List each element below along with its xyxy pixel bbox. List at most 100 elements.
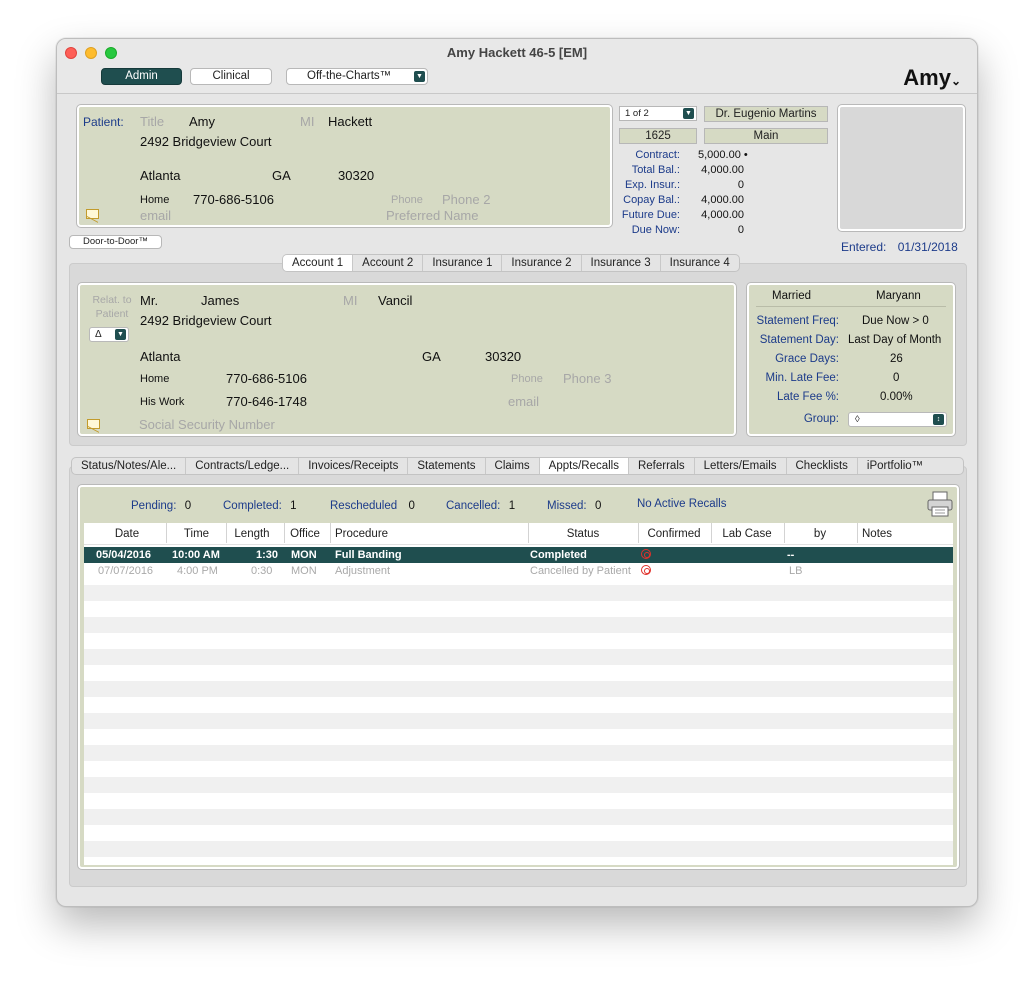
clinical-button[interactable]: Clinical	[190, 68, 272, 85]
financial-total-value: 4,000.00	[701, 164, 744, 176]
recalls-status[interactable]: No Active Recalls	[637, 498, 726, 510]
responsible-state-field[interactable]: GA	[422, 349, 441, 364]
tab-insurance-4[interactable]: Insurance 4	[661, 255, 739, 271]
financial-copay-label: Copay Bal.:	[623, 194, 680, 206]
table-row[interactable]: 07/07/2016 4:00 PM 0:30 MON Adjustment C…	[84, 563, 953, 579]
column-by[interactable]: by	[784, 528, 856, 540]
responsible-phone1-field[interactable]: 770-686-5106	[226, 371, 307, 386]
column-office[interactable]: Office	[284, 528, 326, 540]
responsible-phone3-type[interactable]: Phone	[511, 373, 543, 385]
patient-title-field[interactable]: Title	[140, 114, 164, 129]
patient-zip-field[interactable]: 30320	[338, 168, 374, 183]
completed-label: Completed:	[223, 500, 282, 512]
tab-insurance-3[interactable]: Insurance 3	[582, 255, 661, 271]
min-late-fee-label: Min. Late Fee:	[765, 372, 839, 384]
patient-phone-field[interactable]: 770-686-5106	[193, 192, 274, 207]
account-pager-select[interactable]: 1 of 2 ▼	[619, 106, 697, 121]
off-the-charts-select[interactable]: Off-the-Charts™ ▼	[286, 68, 428, 85]
patient-city-field[interactable]: Atlanta	[140, 168, 180, 183]
row-office: MON	[291, 565, 317, 577]
tab-insurance-2[interactable]: Insurance 2	[502, 255, 582, 271]
column-lab-case[interactable]: Lab Case	[711, 528, 783, 540]
tab-account-2[interactable]: Account 2	[353, 255, 424, 271]
location-field[interactable]: Main	[704, 128, 828, 144]
tab-account-1[interactable]: Account 1	[283, 255, 354, 271]
responsible-phone1-type[interactable]: Home	[140, 373, 169, 385]
responsible-email-field[interactable]: email	[508, 394, 539, 409]
patient-last-name-field[interactable]: Hackett	[328, 114, 372, 129]
confirmed-icon[interactable]	[641, 563, 651, 579]
row-status: Completed	[530, 549, 587, 561]
mail-icon[interactable]	[87, 419, 100, 429]
tab-contracts-ledger[interactable]: Contracts/Ledge...	[186, 458, 300, 474]
tab-appts-recalls[interactable]: Appts/Recalls	[539, 458, 629, 474]
group-select[interactable]: ◊ ↕	[848, 412, 947, 427]
row-status: Cancelled by Patient	[530, 565, 631, 577]
missed-value: 0	[594, 500, 602, 512]
patient-phone2-field[interactable]: Phone 2	[442, 192, 490, 207]
door-to-door-button[interactable]: Door-to-Door™	[69, 235, 162, 249]
financial-future-due-value: 4,000.00	[701, 209, 744, 221]
tab-checklists[interactable]: Checklists	[787, 458, 858, 474]
responsible-first-name-field[interactable]: James	[201, 293, 239, 308]
patient-preferred-name-field[interactable]: Preferred Name	[386, 208, 478, 223]
row-date: 05/04/2016	[96, 549, 152, 561]
patient-state-field[interactable]: GA	[272, 168, 291, 183]
marital-status-field[interactable]: Married	[772, 290, 811, 302]
responsible-phone2-field[interactable]: 770-646-1748	[226, 394, 307, 409]
financial-exp-insur-value: 0	[737, 179, 744, 191]
account-number-field[interactable]: 1625	[619, 128, 697, 144]
column-confirmed[interactable]: Confirmed	[638, 528, 710, 540]
printer-icon[interactable]	[926, 490, 954, 521]
statement-day-value[interactable]: Last Day of Month	[848, 334, 941, 346]
tab-status-notes[interactable]: Status/Notes/Ale...	[72, 458, 187, 474]
responsible-last-name-field[interactable]: Vancil	[378, 293, 412, 308]
statement-freq-value[interactable]: Due Now > 0	[862, 315, 929, 327]
spouse-field[interactable]: Maryann	[876, 290, 921, 302]
responsible-zip-field[interactable]: 30320	[485, 349, 521, 364]
responsible-address-field[interactable]: 2492 Bridgeview Court	[140, 313, 272, 328]
patient-phone2-type[interactable]: Phone	[391, 194, 423, 206]
row-by: --	[787, 549, 795, 561]
column-notes[interactable]: Notes	[862, 528, 892, 540]
grid-stripe	[84, 713, 953, 729]
tab-insurance-1[interactable]: Insurance 1	[423, 255, 503, 271]
patient-mi-field[interactable]: MI	[300, 114, 314, 129]
tab-letters-emails[interactable]: Letters/Emails	[695, 458, 787, 474]
column-length[interactable]: Length	[226, 528, 278, 540]
tab-referrals[interactable]: Referrals	[629, 458, 695, 474]
column-procedure[interactable]: Procedure	[335, 528, 388, 540]
patient-address-field[interactable]: 2492 Bridgeview Court	[140, 134, 272, 149]
financial-future-due-label: Future Due:	[621, 209, 680, 221]
column-status[interactable]: Status	[528, 528, 638, 540]
responsible-ssn-field[interactable]: Social Security Number	[139, 417, 275, 432]
responsible-city-field[interactable]: Atlanta	[140, 349, 180, 364]
account-tabs: Account 1 Account 2 Insurance 1 Insuranc…	[282, 254, 740, 272]
tab-invoices-receipts[interactable]: Invoices/Receipts	[299, 458, 409, 474]
late-fee-percent-value[interactable]: 0.00%	[880, 391, 913, 403]
patient-email-field[interactable]: email	[140, 208, 171, 223]
tab-iportfolio[interactable]: iPortfolio™	[858, 458, 932, 474]
responsible-mi-field[interactable]: MI	[343, 293, 357, 308]
relat-to-patient-select[interactable]: Δ ▼	[89, 327, 129, 342]
tab-statements[interactable]: Statements	[408, 458, 486, 474]
mail-icon[interactable]	[86, 209, 99, 219]
user-menu[interactable]: Amy⌄	[903, 65, 961, 91]
patient-photo[interactable]	[838, 105, 965, 231]
responsible-phone3-field[interactable]: Phone 3	[563, 371, 611, 386]
column-date[interactable]: Date	[84, 528, 170, 540]
table-row[interactable]: 05/04/2016 10:00 AM 1:30 MON Full Bandin…	[84, 547, 953, 563]
admin-button[interactable]: Admin	[101, 68, 182, 85]
confirmed-icon[interactable]	[641, 547, 651, 563]
responsible-title-field[interactable]: Mr.	[140, 293, 158, 308]
tab-claims[interactable]: Claims	[486, 458, 540, 474]
min-late-fee-value[interactable]: 0	[893, 372, 899, 384]
grid-header: Date Time Length Office Procedure Status…	[84, 523, 953, 545]
patient-first-name-field[interactable]: Amy	[189, 114, 215, 129]
appointments-grid: Date Time Length Office Procedure Status…	[84, 523, 953, 865]
patient-phone-type[interactable]: Home	[140, 194, 169, 206]
responsible-phone2-type[interactable]: His Work	[140, 396, 184, 408]
column-time[interactable]: Time	[167, 528, 226, 540]
grace-days-value[interactable]: 26	[890, 353, 903, 365]
doctor-field[interactable]: Dr. Eugenio Martins	[704, 106, 828, 122]
